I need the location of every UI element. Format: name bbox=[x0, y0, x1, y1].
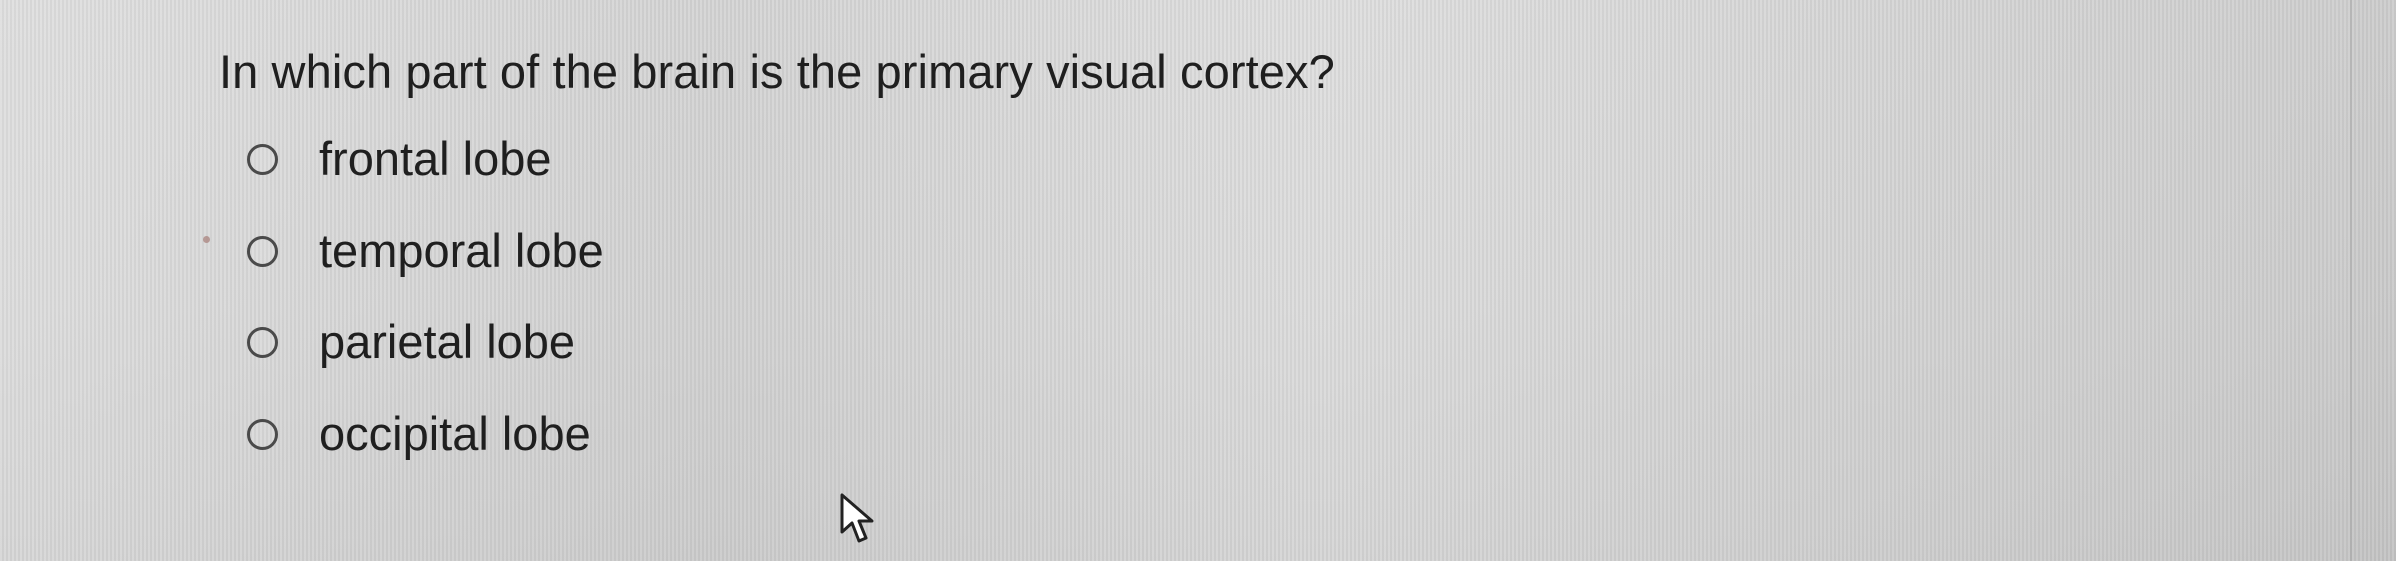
option-label[interactable]: parietal lobe bbox=[319, 312, 575, 372]
answer-option-occipital-lobe[interactable]: occipital lobe bbox=[247, 404, 591, 464]
radio-button-icon[interactable] bbox=[247, 143, 278, 175]
small-marker-dot bbox=[203, 236, 210, 243]
option-label[interactable]: temporal lobe bbox=[319, 221, 604, 281]
answer-option-frontal-lobe[interactable]: frontal lobe bbox=[247, 129, 552, 189]
option-label[interactable]: frontal lobe bbox=[319, 129, 552, 189]
answer-option-temporal-lobe[interactable]: temporal lobe bbox=[247, 221, 604, 281]
answer-option-parietal-lobe[interactable]: parietal lobe bbox=[247, 312, 575, 372]
question-text: In which part of the brain is the primar… bbox=[219, 45, 1335, 98]
radio-button-icon[interactable] bbox=[247, 326, 278, 358]
mouse-pointer-icon bbox=[840, 493, 874, 543]
radio-button-icon[interactable] bbox=[247, 418, 278, 450]
question-panel: In which part of the brain is the primar… bbox=[0, 0, 2352, 561]
option-label[interactable]: occipital lobe bbox=[319, 404, 591, 464]
radio-button-icon[interactable] bbox=[247, 235, 278, 267]
